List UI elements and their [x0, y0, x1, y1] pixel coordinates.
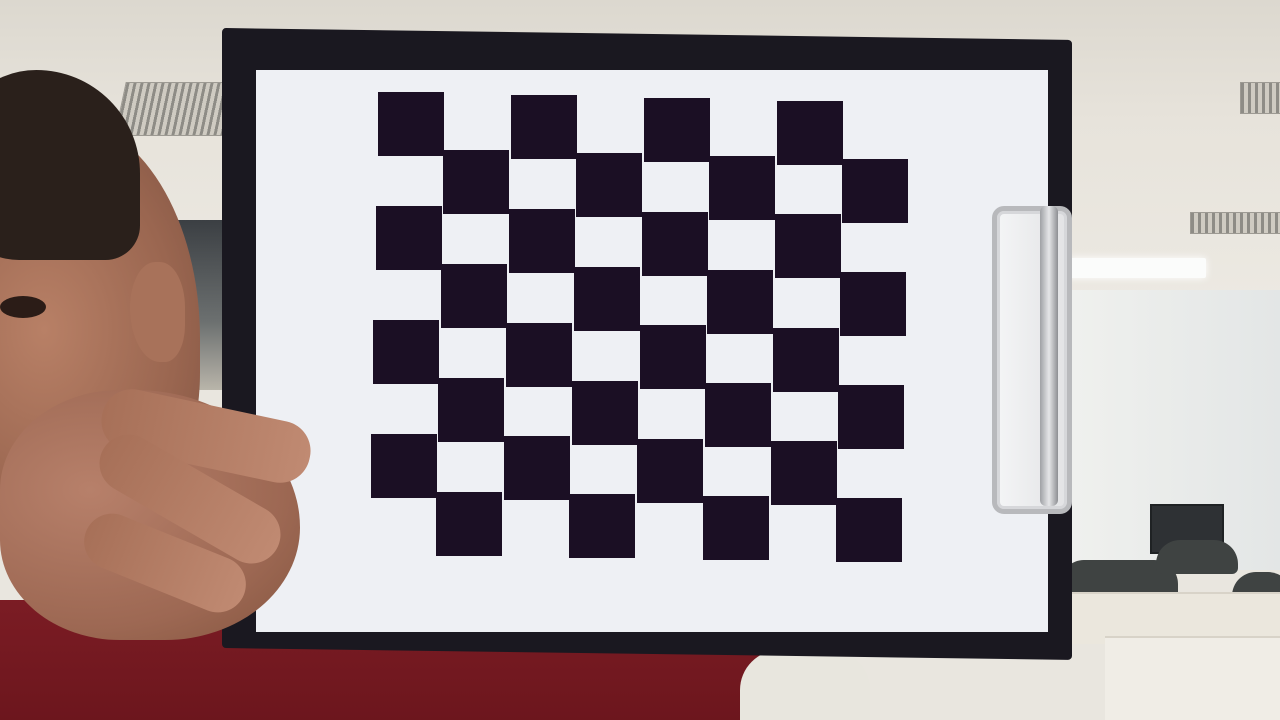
checker-square	[644, 98, 710, 162]
ceiling-light	[1068, 258, 1206, 278]
checker-square	[511, 95, 577, 159]
checker-square	[574, 267, 640, 331]
checker-square	[773, 328, 839, 392]
checker-square	[836, 498, 902, 562]
checker-square	[775, 214, 841, 278]
checker-square	[506, 323, 572, 387]
checker-square	[838, 385, 904, 449]
checker-square	[703, 496, 769, 560]
checker-square	[640, 325, 706, 389]
chair-back	[740, 650, 870, 720]
checker-square	[842, 159, 908, 223]
person-eye	[0, 296, 46, 318]
checker-square	[840, 272, 906, 336]
checker-square	[705, 383, 771, 447]
checker-square	[707, 270, 773, 334]
checker-square	[443, 150, 509, 214]
checker-square	[569, 494, 635, 558]
checker-square	[441, 264, 507, 328]
ceiling-vent	[1240, 82, 1280, 114]
checker-square	[438, 378, 504, 442]
office-chair	[1156, 540, 1238, 574]
checker-square	[637, 439, 703, 503]
ceiling-vent	[114, 82, 238, 136]
checker-square	[777, 101, 843, 165]
checker-square	[378, 92, 444, 156]
checker-square	[509, 209, 575, 273]
checker-square	[642, 212, 708, 276]
clipboard-clip	[992, 206, 1072, 514]
checker-square	[371, 434, 437, 498]
checker-square	[709, 156, 775, 220]
checker-square	[771, 441, 837, 505]
desk	[1105, 636, 1280, 720]
webcam-scene	[0, 0, 1280, 720]
ceiling-vent	[1190, 212, 1280, 234]
checker-square	[572, 381, 638, 445]
checker-square	[436, 492, 502, 556]
checker-square	[376, 206, 442, 270]
clip-lever	[1040, 206, 1058, 506]
checker-square	[504, 436, 570, 500]
checker-square	[373, 320, 439, 384]
checker-square	[576, 153, 642, 217]
